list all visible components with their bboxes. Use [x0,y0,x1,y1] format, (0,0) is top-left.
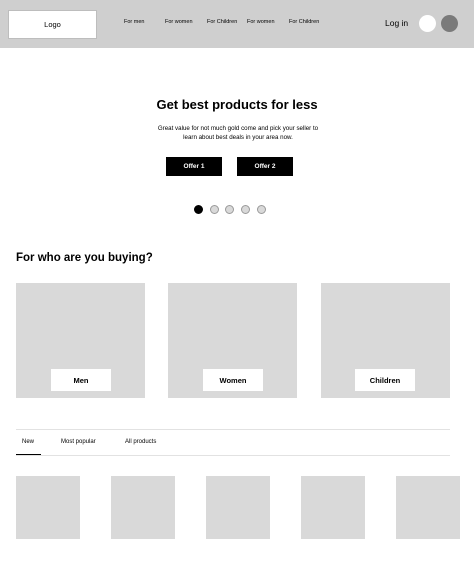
carousel-dot-3[interactable] [225,205,234,214]
offer-1-button[interactable]: Offer 1 [166,157,222,176]
category-button-men[interactable]: Men [51,369,111,391]
nav-for-children-2[interactable]: For Children [289,19,319,25]
active-tab-indicator [16,454,41,455]
nav-for-women-2[interactable]: For women [247,19,275,25]
product-card[interactable] [16,476,80,539]
product-card[interactable] [301,476,365,539]
category-card-women[interactable]: Women [168,283,297,398]
offer-2-button[interactable]: Offer 2 [237,157,293,176]
carousel-dot-1[interactable] [194,205,203,214]
category-button-children[interactable]: Children [355,369,415,391]
tab-most-popular[interactable]: Most popular [61,439,96,445]
tabs-divider-top [16,429,450,430]
nav-for-children[interactable]: For Children [207,19,237,25]
product-card[interactable] [111,476,175,539]
avatar-light[interactable] [419,15,436,32]
hero-title: Get best products for less [156,97,318,112]
product-card[interactable] [206,476,270,539]
category-card-men[interactable]: Men [16,283,145,398]
avatar-dark[interactable] [441,15,458,32]
logo-text: Logo [44,20,61,29]
nav-for-men[interactable]: For men [124,19,144,25]
category-button-women[interactable]: Women [203,369,263,391]
carousel-dot-5[interactable] [257,205,266,214]
hero-description: Great value for not much gold come and p… [157,125,319,141]
nav-for-women[interactable]: For women [165,19,193,25]
tab-all-products[interactable]: All products [125,439,156,445]
section-title: For who are you buying? [16,252,153,264]
login-link[interactable]: Log in [385,18,408,28]
carousel-dot-4[interactable] [241,205,250,214]
tab-new[interactable]: New [22,439,34,445]
header: Logo For men For women For Children For … [0,0,474,48]
carousel-dot-2[interactable] [210,205,219,214]
logo[interactable]: Logo [8,10,97,39]
tabs-divider-bottom [16,455,450,456]
category-card-children[interactable]: Children [321,283,450,398]
product-card[interactable] [396,476,460,539]
